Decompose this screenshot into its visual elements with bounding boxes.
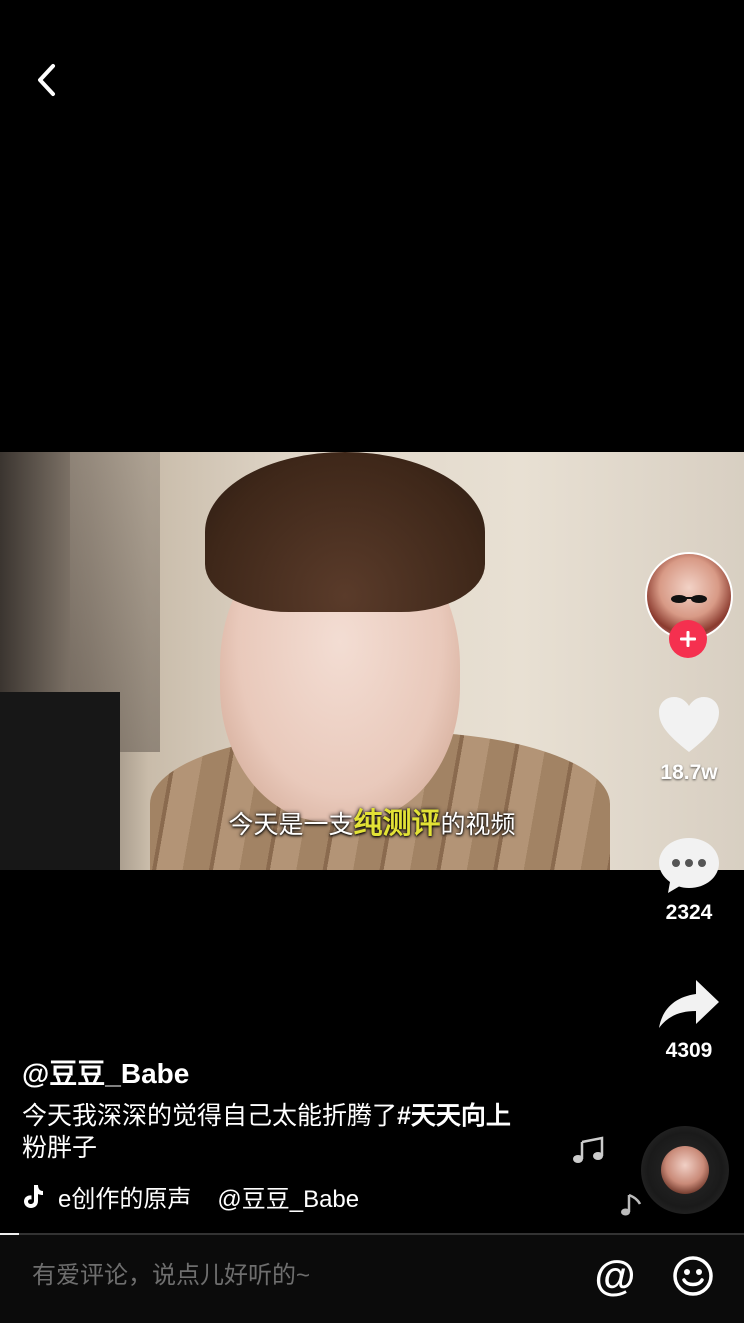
share-count: 4309: [665, 1039, 713, 1062]
share-group[interactable]: 4309: [640, 976, 738, 1063]
music-disc-button[interactable]: [641, 1126, 729, 1214]
hashtag-link[interactable]: #天天向上: [397, 1102, 511, 1130]
video-player[interactable]: 今天是一支纯测评的视频: [0, 452, 744, 870]
music-note-icon: [573, 1136, 604, 1163]
music-author: @豆豆_Babe: [217, 1185, 360, 1213]
music-title: e创作的原声 @豆豆_Babe: [58, 1180, 385, 1213]
comment-bar: @: [0, 1235, 744, 1323]
sunglasses-graphic: [671, 595, 707, 603]
chevron-left-icon: [38, 64, 55, 96]
music-marquee[interactable]: e创作的原声 @豆豆_Babe: [22, 1180, 402, 1212]
share-icon[interactable]: [656, 976, 722, 1034]
smiley-icon[interactable]: [672, 1255, 714, 1297]
mention-button[interactable]: @: [592, 1253, 638, 1299]
tiktok-music-icon: [24, 1185, 43, 1208]
subtitle-highlight: 纯测评: [353, 808, 441, 840]
creator-avatar-group[interactable]: [645, 552, 733, 658]
heart-icon[interactable]: [656, 694, 722, 756]
like-group[interactable]: 18.7w: [640, 694, 738, 785]
music-title-partial: e创作的原声: [58, 1185, 192, 1213]
like-count: 18.7w: [660, 761, 718, 784]
video-background-monitor: [0, 692, 120, 870]
description-text: 今天我深深的觉得自己太能折腾了: [22, 1102, 398, 1130]
subtitle-post: 的视频: [440, 811, 516, 839]
plus-icon: [680, 631, 696, 647]
subtitle-pre: 今天是一支: [228, 811, 354, 839]
music-disc-cover: [661, 1146, 709, 1194]
author-name[interactable]: @豆豆_Babe: [22, 1052, 189, 1092]
post-description: 今天我深深的觉得自己太能折腾了#天天向上粉胖子: [22, 1100, 582, 1164]
comment-input[interactable]: [30, 1261, 554, 1291]
description-line2: 粉胖子: [22, 1134, 98, 1162]
video-subtitle: 今天是一支纯测评的视频: [0, 800, 744, 842]
back-button[interactable]: [26, 58, 66, 102]
comment-group[interactable]: 2324: [640, 834, 738, 925]
music-note-icon: [621, 1193, 642, 1216]
comment-icon[interactable]: [656, 834, 722, 896]
video-person-hair: [205, 452, 485, 612]
comment-count: 2324: [665, 901, 713, 924]
follow-button[interactable]: [669, 620, 707, 658]
